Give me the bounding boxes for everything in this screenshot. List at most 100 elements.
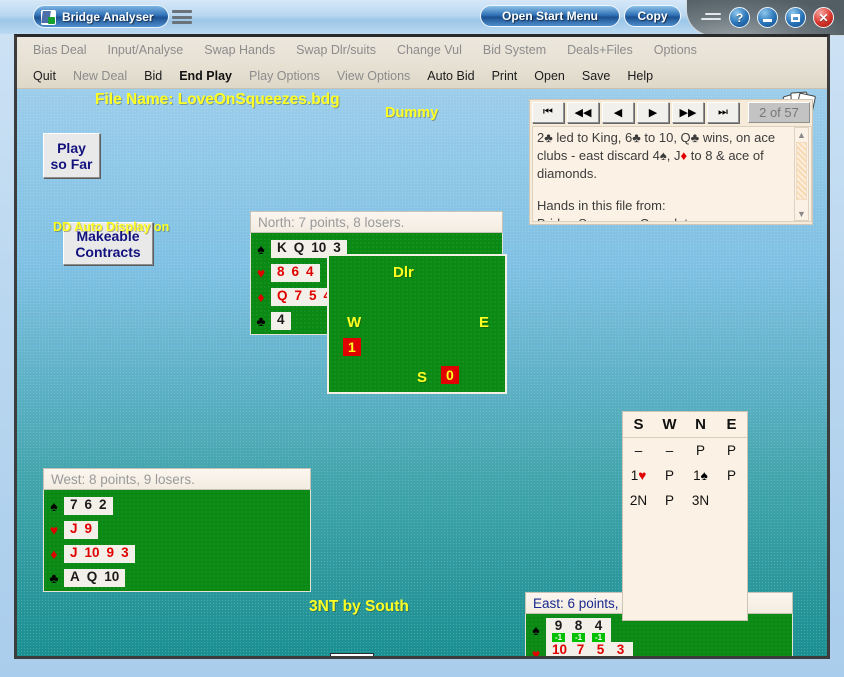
card[interactable]: 3 [333, 241, 341, 255]
card[interactable]: 10= [552, 641, 568, 657]
bid-cell: – [623, 443, 654, 458]
card[interactable]: 4 [306, 265, 314, 279]
card[interactable]: J [70, 522, 78, 536]
scroll-down-icon[interactable]: ▼ [795, 207, 808, 220]
menu-item-play-options: Play Options [249, 69, 320, 83]
card[interactable]: A [70, 570, 80, 584]
menu-item-print[interactable]: Print [492, 69, 518, 83]
close-icon[interactable]: ✕ [813, 7, 834, 28]
card-group: 9 -1 8 -1 4 -1 [546, 617, 611, 643]
menu-item-end-play[interactable]: End Play [179, 69, 232, 83]
play-so-far-button[interactable]: Play so Far [43, 133, 100, 178]
nav-forward-button[interactable]: ▶ [637, 102, 669, 123]
nav-back-fast-button[interactable]: ◀◀ [567, 102, 599, 123]
card[interactable]: 9 [107, 546, 115, 560]
card-back-pattern [333, 656, 371, 659]
card[interactable]: 8 [277, 265, 285, 279]
menu-item-quit[interactable]: Quit [33, 69, 56, 83]
window-menu-icon[interactable] [701, 13, 721, 23]
app-logo-icon [41, 10, 56, 25]
card[interactable]: 5 [309, 289, 317, 303]
suit-symbol-heart-icon: ♥ [256, 265, 266, 281]
card-rank: J [70, 545, 78, 560]
card[interactable]: 6 [292, 265, 300, 279]
card-back-icon[interactable] [330, 653, 374, 659]
maximize-icon[interactable] [785, 7, 806, 28]
commentary-paragraph-2-line2: Bridge Squeezes Complete [537, 215, 793, 221]
card[interactable]: 7 [70, 498, 78, 512]
nav-last-button[interactable]: ⏭ [707, 102, 739, 123]
card-rank: Q [86, 569, 98, 584]
card[interactable]: 4 [277, 313, 285, 327]
card[interactable]: 4 -1 [592, 618, 605, 642]
copy-button[interactable]: Copy [624, 5, 681, 27]
card[interactable]: 7 [295, 289, 303, 303]
nav-first-button[interactable]: ⏮ [532, 102, 564, 123]
card[interactable]: 10 [85, 546, 100, 560]
commentary-scrollbar[interactable]: ▲ ▼ [794, 127, 809, 221]
card[interactable]: 9 [85, 522, 93, 536]
card[interactable]: 9 -1 [552, 617, 565, 642]
menu-item-auto-bid[interactable]: Auto Bid [427, 69, 474, 83]
suit-symbol-spade-icon: ♠ [50, 498, 58, 514]
menu-item-save[interactable]: Save [582, 69, 611, 83]
bidding-row: – – P P [623, 438, 747, 463]
bidding-row: 2N P 3N [623, 488, 747, 513]
card-result-badge: -1 [574, 657, 587, 660]
bidding-column-e: E [726, 416, 737, 433]
commentary-text[interactable]: 2♣ led to King, 6♣ to 10, Q♣ wins, on ac… [532, 126, 812, 222]
scrollbar-thumb[interactable] [796, 142, 807, 200]
card[interactable]: 10 [104, 570, 119, 584]
card[interactable]: J [70, 546, 78, 560]
card[interactable]: K [277, 241, 287, 255]
nav-forward-fast-button[interactable]: ▶▶ [672, 102, 704, 123]
card-group: J9 [64, 521, 99, 539]
navigation-panel: ⏮ ◀◀ ◀ ▶ ▶▶ ⏭ 2 of 57 2♣ led to King, 6♣ to 1… [529, 99, 813, 225]
hamburger-icon[interactable] [172, 10, 192, 24]
makeable-line2: Contracts [75, 243, 141, 260]
suit-row: ♥10=7-15-13-1 [526, 641, 792, 660]
card[interactable]: Q [277, 289, 288, 303]
minimize-icon[interactable] [757, 7, 778, 28]
card[interactable]: Q [294, 241, 305, 255]
menu-item-help[interactable]: Help [627, 69, 653, 83]
card[interactable]: 2 [99, 498, 107, 512]
contract-label: 3NT by South [309, 598, 409, 615]
bid-cell: 2N [623, 493, 654, 508]
app-title-text: Bridge Analyser [62, 9, 154, 24]
card-rank: 10 [552, 641, 568, 657]
play-so-far-line1: Play [57, 139, 86, 156]
card[interactable]: 3-1 [614, 642, 627, 656]
play-so-far-line2: so Far [50, 155, 93, 172]
card[interactable]: 6 [85, 498, 93, 512]
app-title-pill[interactable]: Bridge Analyser [33, 5, 169, 28]
title-bar: Bridge Analyser Open Start Menu Copy ? ✕ [0, 0, 844, 36]
compass-south-label: S [417, 369, 428, 386]
client-area: Bias Deal Input/Analyse Swap Hands Swap Dlr… [14, 34, 830, 659]
scroll-up-icon[interactable]: ▲ [795, 128, 808, 141]
deal-counter: 2 of 57 [748, 102, 810, 123]
suit-symbol-club-icon: ♣ [256, 313, 266, 329]
card-rank: 9 [554, 617, 563, 633]
help-icon[interactable]: ? [729, 7, 750, 28]
menu-item-swap-hands: Swap Hands [204, 43, 276, 57]
card[interactable]: 3 [121, 546, 129, 560]
open-start-menu-button[interactable]: Open Start Menu [480, 5, 620, 27]
menu-item-input-analyse: Input/Analyse [107, 43, 184, 57]
suit-symbol-club-icon: ♣ [49, 570, 59, 586]
bid-suit-icon: ♥ [638, 468, 647, 483]
card-group: 10= 7-1 5-1 3-1 [546, 641, 634, 660]
card[interactable]: 10 [311, 241, 326, 255]
card-rank: 6 [84, 497, 93, 512]
card[interactable]: 7-1 [574, 642, 587, 660]
commentary-text-part: ♣ [632, 130, 641, 145]
menu-item-bid[interactable]: Bid [144, 69, 162, 83]
card[interactable]: Q [87, 570, 98, 584]
card-group: J 10 9 3 [64, 545, 135, 563]
card[interactable]: 8 -1 [572, 618, 585, 642]
hand-north-header: North: 7 points, 8 losers. [250, 211, 503, 233]
card[interactable]: 5-1 [594, 642, 607, 656]
bid-cell: – [654, 443, 685, 458]
nav-back-button[interactable]: ◀ [602, 102, 634, 123]
menu-item-open[interactable]: Open [534, 69, 565, 83]
